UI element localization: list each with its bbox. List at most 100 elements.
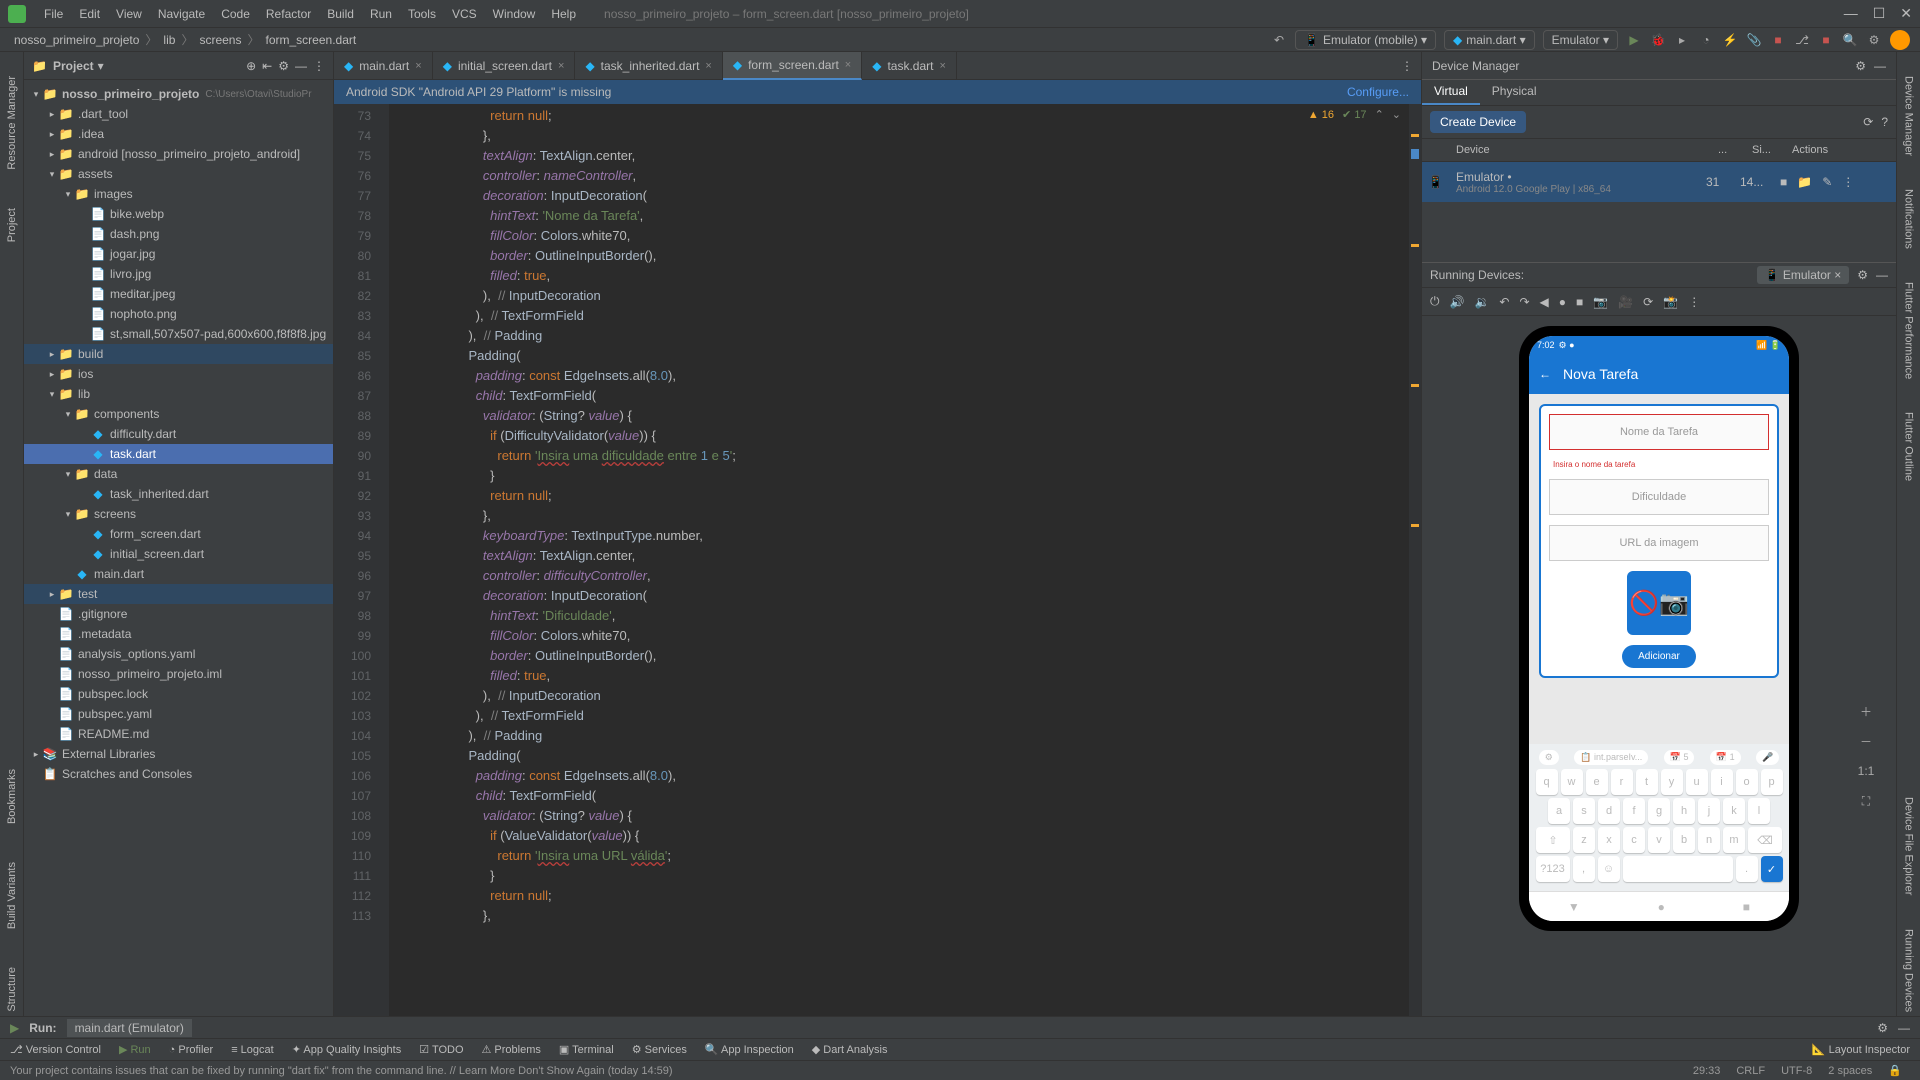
phone-screen[interactable]: 7:02 ⚙ ● 📶 🔋 ← Nova Tarefa Nome da Taref… [1529, 336, 1789, 921]
tree-item[interactable]: 📄jogar.jpg [24, 244, 333, 264]
keyboard-key[interactable]: 📅 5 [1664, 750, 1695, 765]
breadcrumb-root[interactable]: nosso_primeiro_projeto [10, 33, 143, 47]
tree-item[interactable]: ▾📁lib [24, 384, 333, 404]
keyboard-key[interactable]: f [1623, 798, 1645, 824]
tree-item[interactable]: 📄README.md [24, 724, 333, 744]
run-icon[interactable]: ▶ [10, 1021, 19, 1035]
indent[interactable]: 2 spaces [1820, 1065, 1880, 1077]
bottom-tab-problems[interactable]: ⚠ Problems [482, 1043, 541, 1056]
tree-scratches[interactable]: 📋 Scratches and Consoles [24, 764, 333, 784]
menu-navigate[interactable]: Navigate [150, 7, 213, 21]
device-row[interactable]: 📱 Emulator • Android 12.0 Google Play | … [1422, 162, 1896, 202]
editor-tab[interactable]: ◆task.dart× [862, 52, 957, 80]
keyboard-key[interactable]: 📋 int.parseIv... [1574, 750, 1648, 765]
snapshot-icon[interactable]: 📸 [1663, 295, 1678, 309]
keyboard-key[interactable]: ⌫ [1748, 827, 1782, 853]
encoding[interactable]: UTF-8 [1773, 1065, 1820, 1077]
keyboard-key[interactable]: r [1611, 769, 1633, 795]
tab-physical[interactable]: Physical [1480, 80, 1549, 105]
tree-item[interactable]: ▸📁android [nosso_primeiro_projeto_androi… [24, 144, 333, 164]
keyboard-key[interactable]: h [1673, 798, 1695, 824]
run-icon[interactable]: ▶ [1626, 32, 1642, 48]
git-icon[interactable]: ⎇ [1794, 32, 1810, 48]
close-icon[interactable]: ✕ [1900, 5, 1912, 22]
tree-item[interactable]: ◆task.dart [24, 444, 333, 464]
tree-item[interactable]: ▸📁.idea [24, 124, 333, 144]
editor-tab[interactable]: ◆form_screen.dart× [723, 52, 862, 80]
keyboard-key[interactable]: m [1723, 827, 1745, 853]
tree-item[interactable]: ▾📁data [24, 464, 333, 484]
running-emulator-tab[interactable]: 📱 Emulator × [1757, 266, 1850, 284]
avatar[interactable] [1890, 30, 1910, 50]
keyboard-key[interactable]: . [1736, 856, 1758, 882]
breadcrumb-part[interactable]: form_screen.dart [262, 33, 361, 47]
bottom-tab-version-control[interactable]: ⎇ Version Control [10, 1043, 101, 1056]
phone-input-difficulty[interactable]: Dificuldade [1549, 479, 1769, 515]
tree-item[interactable]: ◆initial_screen.dart [24, 544, 333, 564]
tab-flutter-outline[interactable]: Flutter Outline [1903, 408, 1915, 485]
bottom-tab-app-inspection[interactable]: 🔍 App Inspection [705, 1043, 794, 1056]
bottom-tab-terminal[interactable]: ▣ Terminal [559, 1043, 614, 1056]
keyboard-key[interactable]: u [1686, 769, 1708, 795]
hide-icon[interactable]: — [1876, 268, 1888, 282]
keyboard-key[interactable]: t [1636, 769, 1658, 795]
reload-icon[interactable]: ⟳ [1643, 295, 1653, 309]
gear-icon[interactable]: ⚙ [1877, 1021, 1888, 1035]
tree-item[interactable]: ▸📁.dart_tool [24, 104, 333, 124]
emulator-selector[interactable]: Emulator ▾ [1543, 30, 1618, 50]
zoom-reset-icon[interactable]: 1:1 [1856, 761, 1876, 781]
tree-item[interactable]: ◆task_inherited.dart [24, 484, 333, 504]
keyboard-key[interactable]: ⇧ [1536, 827, 1570, 853]
target-icon[interactable]: ⊕ [246, 59, 256, 73]
keyboard-key[interactable]: g [1648, 798, 1670, 824]
tabs-more-icon[interactable]: ⋮ [1393, 59, 1421, 73]
keyboard-key[interactable]: s [1573, 798, 1595, 824]
tree-item[interactable]: ▸📁test [24, 584, 333, 604]
back-arrow-icon[interactable]: ← [1539, 367, 1551, 381]
keyboard-key[interactable]: q [1536, 769, 1558, 795]
keyboard-key[interactable]: y [1661, 769, 1683, 795]
lock-icon[interactable]: 🔒 [1880, 1064, 1910, 1077]
keyboard-key[interactable]: j [1698, 798, 1720, 824]
editor-tab[interactable]: ◆main.dart× [334, 52, 433, 80]
coverage-icon[interactable]: ▸ [1674, 32, 1690, 48]
maximize-icon[interactable]: ☐ [1873, 5, 1886, 22]
fit-icon[interactable]: ⛶ [1856, 791, 1876, 811]
keyboard-key[interactable]: n [1698, 827, 1720, 853]
rotate-right-icon[interactable]: ↷ [1519, 295, 1529, 309]
profile-icon[interactable]: ◔ [1698, 32, 1714, 48]
volume-up-icon[interactable]: 🔊 [1450, 295, 1465, 309]
keyboard-key[interactable]: , [1573, 856, 1595, 882]
more-icon[interactable]: ⋮ [313, 59, 325, 73]
refresh-icon[interactable]: ⟳ [1863, 115, 1873, 129]
tree-item[interactable]: ▾📁components [24, 404, 333, 424]
menu-run[interactable]: Run [362, 7, 400, 21]
tab-flutter-performance[interactable]: Flutter Performance [1903, 278, 1915, 383]
bottom-tab-todo[interactable]: ☑ TODO [419, 1043, 463, 1056]
menu-build[interactable]: Build [319, 7, 362, 21]
tab-notifications[interactable]: Notifications [1903, 185, 1915, 253]
tree-item[interactable]: ◆form_screen.dart [24, 524, 333, 544]
search-icon[interactable]: 🔍 [1842, 32, 1858, 48]
keyboard-key[interactable]: z [1573, 827, 1595, 853]
run-config-selector[interactable]: ◆main.dart ▾ [1444, 30, 1535, 50]
menu-refactor[interactable]: Refactor [258, 7, 319, 21]
keyboard-key[interactable]: ⚙ [1539, 750, 1559, 765]
cursor-position[interactable]: 29:33 [1685, 1065, 1729, 1077]
edit-icon[interactable]: ✎ [1822, 175, 1832, 189]
keyboard-key[interactable]: k [1723, 798, 1745, 824]
menu-code[interactable]: Code [213, 7, 258, 21]
tree-item[interactable]: ▾📁images [24, 184, 333, 204]
keyboard-key[interactable]: ✓ [1761, 856, 1783, 882]
keyboard-key[interactable]: l [1748, 798, 1770, 824]
breadcrumb-part[interactable]: screens [195, 33, 245, 47]
tab-device-file-explorer[interactable]: Device File Explorer [1903, 793, 1915, 899]
phone-input-name[interactable]: Nome da Tarefa [1549, 414, 1769, 450]
bottom-tab-layout-inspector[interactable]: 📐 Layout Inspector [1812, 1043, 1910, 1056]
menu-view[interactable]: View [108, 7, 150, 21]
gear-icon[interactable]: ⚙ [1855, 59, 1866, 73]
tree-item[interactable]: ◆difficulty.dart [24, 424, 333, 444]
minimize-icon[interactable]: — [1844, 5, 1858, 22]
tree-item[interactable]: 📄nosso_primeiro_projeto.iml [24, 664, 333, 684]
bottom-tab-services[interactable]: ⚙ Services [632, 1043, 687, 1056]
